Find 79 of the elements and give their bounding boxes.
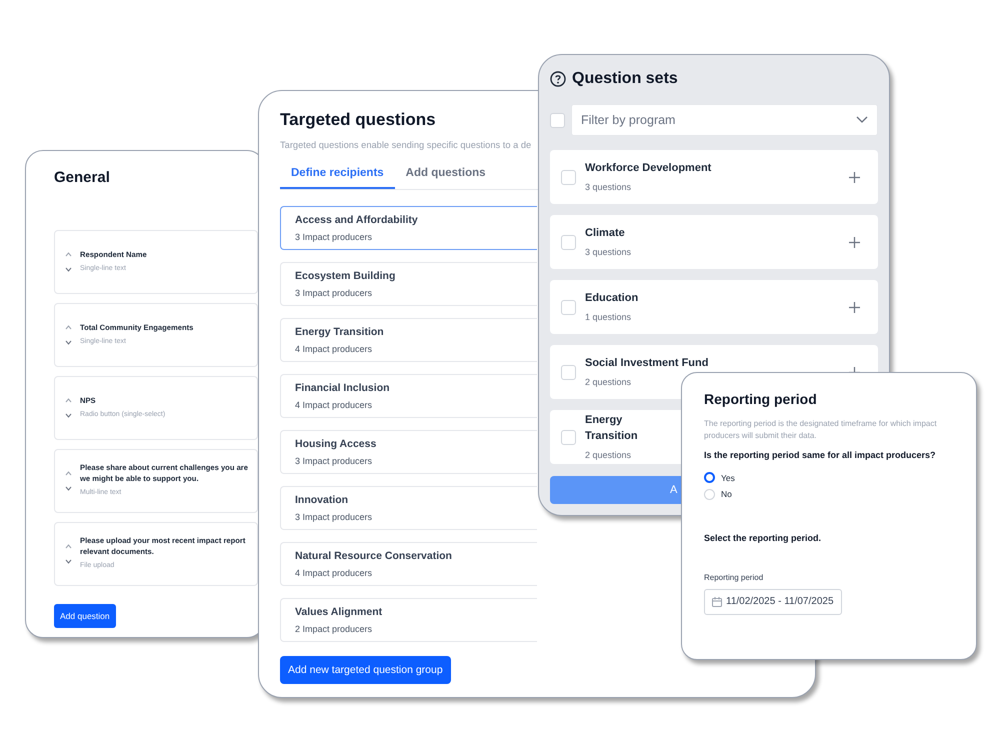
recipient-group[interactable]: Access and Affordability 3 Impact producers xyxy=(280,206,537,250)
date-range-field[interactable]: 11/02/2025 - 11/07/2025 xyxy=(704,588,842,614)
chevron-down-icon xyxy=(65,340,72,344)
chevron-up-icon xyxy=(65,324,72,330)
set-count: 3 questions xyxy=(585,246,632,259)
group-count: 3 Impact producers xyxy=(295,510,372,524)
question-text: Is the reporting period same for all impact producers? xyxy=(704,449,937,462)
add-question-button[interactable]: Add question xyxy=(54,604,116,628)
option-label: No xyxy=(721,488,732,501)
option-label: Yes xyxy=(721,472,735,484)
checkbox[interactable] xyxy=(561,170,576,184)
calendar-icon xyxy=(712,596,722,606)
group-name: Natural Resource Conservation xyxy=(295,548,452,564)
chevron-down-icon xyxy=(65,558,72,564)
section-label: Select the reporting period. xyxy=(704,532,822,545)
checkbox[interactable] xyxy=(561,300,576,314)
group-name: Values Alignment xyxy=(295,604,382,620)
recipient-group[interactable]: Energy Transition 4 Impact producers xyxy=(280,318,537,362)
filter-dropdown[interactable]: Filter by program xyxy=(571,104,878,136)
set-name: Workforce Development xyxy=(585,161,712,176)
set-count: 2 questions xyxy=(585,448,632,462)
card-title: Targeted questions xyxy=(280,109,436,131)
question-set-item[interactable]: Workforce Development 3 questions xyxy=(550,150,878,204)
group-count: 4 Impact producers xyxy=(295,398,372,412)
date-range-value: 11/02/2025 - 11/07/2025 xyxy=(726,595,834,609)
question-set-item[interactable]: Climate 3 questions xyxy=(550,215,878,269)
card-title: Question sets xyxy=(572,69,678,89)
chevron-down-icon xyxy=(856,116,868,124)
card-description: Targeted questions enable sending specific questions to a de xyxy=(280,138,532,152)
add-group-button[interactable]: Add new targeted question group xyxy=(280,656,451,684)
chevron-down-icon xyxy=(65,412,72,418)
checkbox[interactable] xyxy=(561,364,576,380)
set-count: 1 questions xyxy=(585,310,632,324)
group-count: 4 Impact producers xyxy=(295,566,372,580)
recipient-group[interactable]: Innovation 3 Impact producers xyxy=(280,486,537,530)
recipient-group[interactable]: Ecosystem Building 3 Impact producers xyxy=(280,262,537,306)
group-name: Ecosystem Building xyxy=(295,268,396,284)
help-icon xyxy=(550,71,566,87)
tab[interactable]: Define recipients xyxy=(280,159,395,190)
radio-button[interactable] xyxy=(704,472,715,484)
select-all-checkbox[interactable] xyxy=(550,112,565,128)
plus-icon xyxy=(849,236,860,248)
set-count: 3 questions xyxy=(585,180,632,194)
chevron-up-icon xyxy=(65,470,72,476)
recipient-group[interactable]: Housing Access 3 Impact producers xyxy=(280,430,537,474)
checkbox[interactable] xyxy=(561,234,576,250)
chevron-up-icon xyxy=(65,544,72,548)
question-set-item[interactable]: Education 1 questions xyxy=(550,280,878,334)
recipient-group[interactable]: Natural Resource Conservation 4 Impact producers xyxy=(280,542,537,586)
chevron-down-icon xyxy=(65,266,72,272)
card-title: Reporting period xyxy=(704,390,818,409)
group-count: 2 Impact producers xyxy=(295,622,372,636)
group-count: 3 Impact producers xyxy=(295,230,372,244)
group-name: Housing Access xyxy=(295,436,376,452)
chevron-up-icon xyxy=(65,252,72,256)
field-label: Reporting period xyxy=(704,572,764,584)
recipient-group[interactable]: Financial Inclusion 4 Impact producers xyxy=(280,374,537,418)
recipient-group[interactable]: Values Alignment 2 Impact producers xyxy=(280,598,537,642)
card-title: General xyxy=(54,168,111,188)
group-count: 4 Impact producers xyxy=(295,342,372,356)
group-name: Financial Inclusion xyxy=(295,380,390,396)
card-description: The reporting period is the designated timeframe for which impact producers will submit their data. xyxy=(704,418,938,442)
set-name: Climate xyxy=(585,226,625,241)
plus-icon xyxy=(849,172,860,182)
group-name: Access and Affordability xyxy=(295,212,418,228)
set-name: Social Investment Fund xyxy=(585,356,708,371)
plus-icon xyxy=(849,302,860,312)
group-count: 3 Impact producers xyxy=(295,286,372,300)
chevron-down-icon xyxy=(65,486,72,490)
checkbox[interactable] xyxy=(561,430,576,444)
tab[interactable]: Add questions xyxy=(394,159,497,190)
group-count: 3 Impact producers xyxy=(295,454,372,468)
set-name: Energy Transition xyxy=(585,412,639,444)
group-name: Energy Transition xyxy=(295,324,384,340)
set-count: 2 questions xyxy=(585,376,632,389)
question-set-item[interactable]: Energy Transition 2 questions xyxy=(550,410,681,464)
group-name: Innovation xyxy=(295,492,348,508)
chevron-up-icon xyxy=(65,398,72,402)
set-name: Education xyxy=(585,291,638,306)
